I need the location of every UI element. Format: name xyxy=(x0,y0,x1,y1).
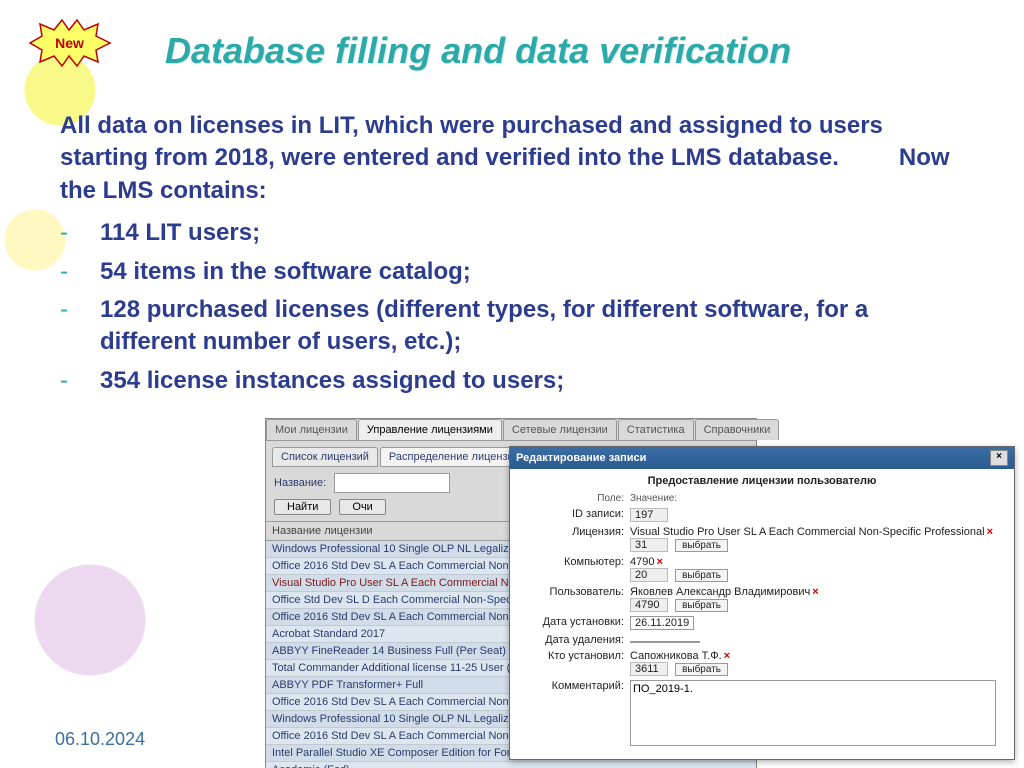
tab-directories[interactable]: Справочники xyxy=(695,419,780,440)
embedded-screenshots: Мои лицензии Управление лицензиями Сетев… xyxy=(265,418,1015,750)
license-label: Лицензия: xyxy=(520,526,630,538)
clear-button[interactable]: Очи xyxy=(339,499,385,515)
tab-my-licenses[interactable]: Мои лицензии xyxy=(266,419,357,440)
computer-value: 4790× 20 выбрать xyxy=(630,556,1004,582)
list-item: -354 license instances assigned to users… xyxy=(60,365,960,397)
name-filter-input[interactable] xyxy=(334,473,450,493)
tab-network-licenses[interactable]: Сетевые лицензии xyxy=(503,419,617,440)
new-badge-text: New xyxy=(55,35,84,51)
edit-record-dialog: Редактирование записи × Предоставление л… xyxy=(509,446,1015,760)
subtab-license-list[interactable]: Список лицензий xyxy=(272,447,378,467)
slide: New Database filling and data verificati… xyxy=(0,0,1024,768)
select-license-button[interactable]: выбрать xyxy=(675,539,728,552)
main-tabs: Мои лицензии Управление лицензиями Сетев… xyxy=(266,419,756,441)
id-value: 197 xyxy=(630,508,668,522)
user-label: Пользователь: xyxy=(520,586,630,598)
footer-date: 06.10.2024 xyxy=(55,729,145,750)
bullet-list: -114 LIT users; -54 items in the softwar… xyxy=(60,217,960,397)
user-code: 4790 xyxy=(630,598,668,612)
clear-icon[interactable]: × xyxy=(724,650,730,662)
clear-icon[interactable]: × xyxy=(656,556,662,568)
license-value: Visual Studio Pro User SL A Each Commerc… xyxy=(630,526,1004,552)
install-date-input[interactable]: 26.11.2019 xyxy=(630,616,694,630)
select-user-button[interactable]: выбрать xyxy=(675,599,728,612)
subtab-license-distribution[interactable]: Распределение лицензий xyxy=(380,447,529,467)
close-icon[interactable]: × xyxy=(990,450,1008,466)
id-label: ID записи: xyxy=(520,508,630,520)
dialog-title: Редактирование записи xyxy=(516,452,646,464)
computer-label: Компьютер: xyxy=(520,556,630,568)
select-installer-button[interactable]: выбрать xyxy=(675,663,728,676)
dialog-form: Поле: Значение: ID записи: 197 Лицензия:… xyxy=(510,493,1014,759)
list-item: -128 purchased licenses (different types… xyxy=(60,294,960,359)
license-code: 31 xyxy=(630,538,668,552)
list-item: -114 LIT users; xyxy=(60,217,960,249)
clear-icon[interactable]: × xyxy=(987,526,993,538)
dialog-titlebar: Редактирование записи × xyxy=(510,447,1014,469)
installer-code: 3611 xyxy=(630,662,668,676)
clear-icon[interactable]: × xyxy=(812,586,818,598)
remove-date-label: Дата удаления: xyxy=(520,634,630,646)
name-filter-label: Название: xyxy=(274,477,326,489)
list-item: -54 items in the software catalog; xyxy=(60,256,960,288)
tab-statistics[interactable]: Статистика xyxy=(618,419,694,440)
install-date-label: Дата установки: xyxy=(520,616,630,628)
user-value: Яковлев Александр Владимирович× 4790 выб… xyxy=(630,586,1004,612)
dialog-header: Предоставление лицензии пользователю xyxy=(510,469,1014,493)
comment-textarea[interactable] xyxy=(630,680,996,746)
installer-label: Кто установил: xyxy=(520,650,630,662)
comment-label: Комментарий: xyxy=(520,680,630,692)
select-computer-button[interactable]: выбрать xyxy=(675,569,728,582)
installer-value: Сапожникова Т.Ф.× 3611 выбрать xyxy=(630,650,1004,676)
tab-manage-licenses[interactable]: Управление лицензиями xyxy=(358,419,502,440)
col-value-label: Значение: xyxy=(630,493,1004,504)
remove-date-input[interactable] xyxy=(630,641,700,643)
col-field-label: Поле: xyxy=(520,493,630,504)
computer-code: 20 xyxy=(630,568,668,582)
lead-paragraph: All data on licenses in LIT, which were … xyxy=(60,110,960,207)
slide-body: All data on licenses in LIT, which were … xyxy=(60,110,960,403)
table-row[interactable]: Academic (Esd) xyxy=(266,762,756,768)
new-badge: New xyxy=(22,18,117,68)
find-button[interactable]: Найти xyxy=(274,499,331,515)
slide-title: Database filling and data verification xyxy=(165,30,791,72)
